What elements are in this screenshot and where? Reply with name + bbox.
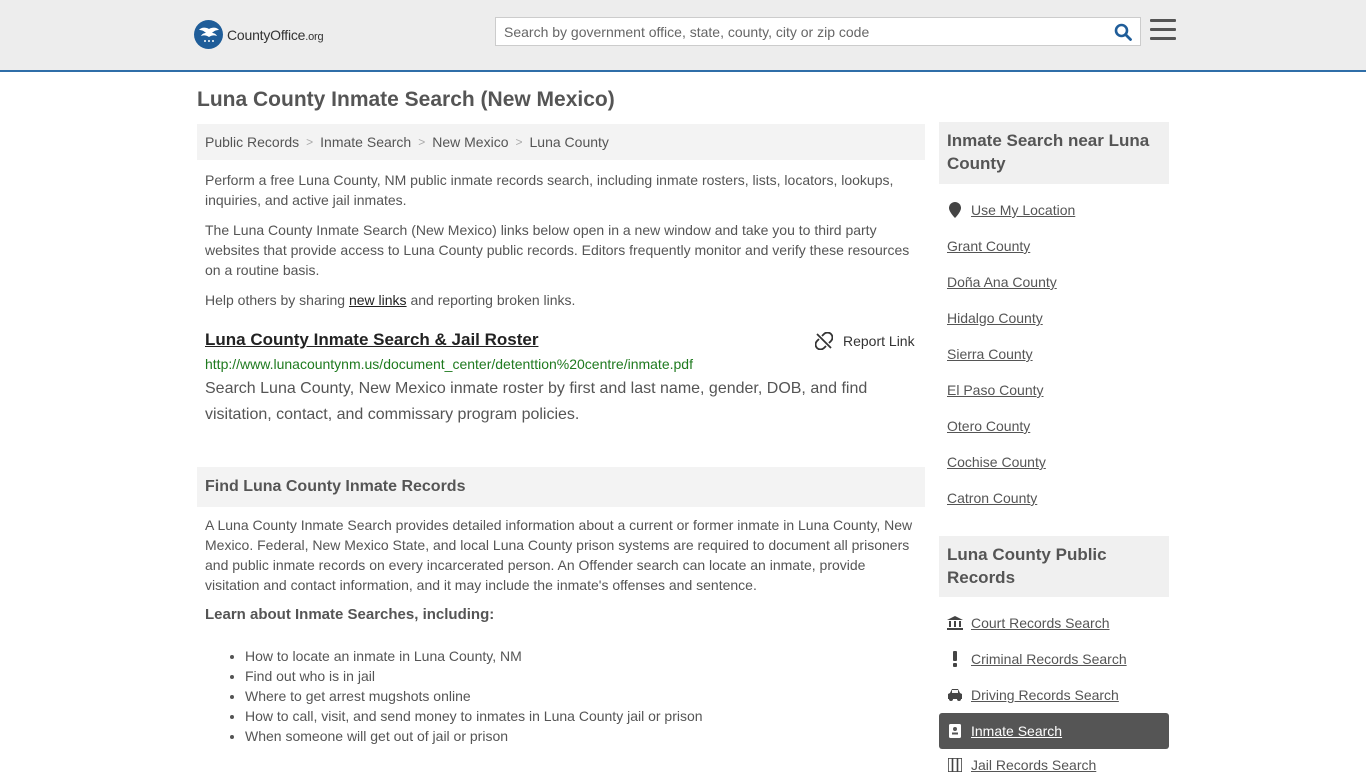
nearby-grant-county[interactable]: Grant County: [947, 238, 1030, 254]
learn-heading: Learn about Inmate Searches, including:: [205, 606, 495, 623]
breadcrumb-separator: >: [515, 135, 523, 149]
jail-icon: [947, 758, 963, 772]
id-card-icon: [947, 724, 963, 738]
courthouse-icon: [947, 616, 963, 630]
list-item: When someone will get out of jail or pri…: [245, 726, 703, 746]
nearby-otero-county[interactable]: Otero County: [947, 418, 1030, 434]
list-item: Find out who is in jail: [245, 666, 703, 686]
breadcrumb-inmate-search[interactable]: Inmate Search: [320, 134, 411, 150]
driving-records-search-link[interactable]: Driving Records Search: [947, 687, 1119, 703]
nearby-cochise-county[interactable]: Cochise County: [947, 454, 1046, 470]
criminal-records-search-link[interactable]: Criminal Records Search: [947, 651, 1127, 667]
page-title: Luna County Inmate Search (New Mexico): [197, 88, 615, 111]
exclamation-icon: [947, 651, 963, 667]
search-button[interactable]: [1112, 22, 1134, 42]
use-my-location-link[interactable]: Use My Location: [947, 202, 1075, 218]
list-item: How to call, visit, and send money to in…: [245, 706, 703, 726]
inmate-search-link-active[interactable]: Inmate Search: [947, 723, 1062, 739]
map-pin-icon: [947, 202, 963, 218]
car-icon: [947, 689, 963, 701]
nearby-dona-ana-county[interactable]: Doña Ana County: [947, 274, 1057, 290]
site-header: CountyOffice.org: [0, 0, 1366, 72]
breadcrumb-public-records[interactable]: Public Records: [205, 134, 299, 150]
share-paragraph: Help others by sharing new links and rep…: [205, 292, 576, 308]
public-records-heading: Luna County Public Records: [939, 536, 1169, 597]
search-icon: [1114, 23, 1132, 41]
breadcrumb: Public Records > Inmate Search > New Mex…: [197, 124, 925, 160]
report-link-label: Report Link: [843, 333, 915, 349]
list-item: How to locate an inmate in Luna County, …: [245, 646, 703, 666]
new-links-link[interactable]: new links: [349, 292, 407, 308]
result-title-link[interactable]: Luna County Inmate Search & Jail Roster: [205, 330, 538, 350]
nearby-heading: Inmate Search near Luna County: [939, 122, 1169, 184]
breadcrumb-separator: >: [306, 135, 314, 149]
broken-link-icon: [815, 332, 833, 350]
site-logo[interactable]: CountyOffice.org: [194, 20, 324, 49]
nearby-catron-county[interactable]: Catron County: [947, 490, 1037, 506]
nearby-el-paso-county[interactable]: El Paso County: [947, 382, 1044, 398]
breadcrumb-luna-county[interactable]: Luna County: [530, 134, 609, 150]
search-input[interactable]: [496, 18, 1106, 45]
logo-wordmark: CountyOffice.org: [227, 26, 324, 43]
nearby-sierra-county[interactable]: Sierra County: [947, 346, 1033, 362]
site-search: [495, 17, 1141, 46]
court-records-search-link[interactable]: Court Records Search: [947, 615, 1110, 631]
hamburger-menu-icon[interactable]: [1150, 19, 1176, 41]
breadcrumb-new-mexico[interactable]: New Mexico: [432, 134, 508, 150]
result-url: http://www.lunacountynm.us/document_cent…: [205, 356, 693, 372]
find-records-heading: Find Luna County Inmate Records: [197, 467, 925, 507]
report-link-button[interactable]: Report Link: [815, 332, 915, 350]
result-description: Search Luna County, New Mexico inmate ro…: [205, 380, 868, 423]
nearby-hidalgo-county[interactable]: Hidalgo County: [947, 310, 1043, 326]
list-item: Where to get arrest mugshots online: [245, 686, 703, 706]
find-records-paragraph: A Luna County Inmate Search provides det…: [205, 517, 913, 593]
breadcrumb-separator: >: [418, 135, 426, 149]
learn-list: How to locate an inmate in Luna County, …: [245, 646, 703, 746]
disclaimer-paragraph: The Luna County Inmate Search (New Mexic…: [205, 222, 910, 278]
intro-paragraph: Perform a free Luna County, NM public in…: [205, 172, 894, 208]
eagle-seal-icon: [194, 20, 223, 49]
jail-records-search-link[interactable]: Jail Records Search: [947, 757, 1096, 773]
